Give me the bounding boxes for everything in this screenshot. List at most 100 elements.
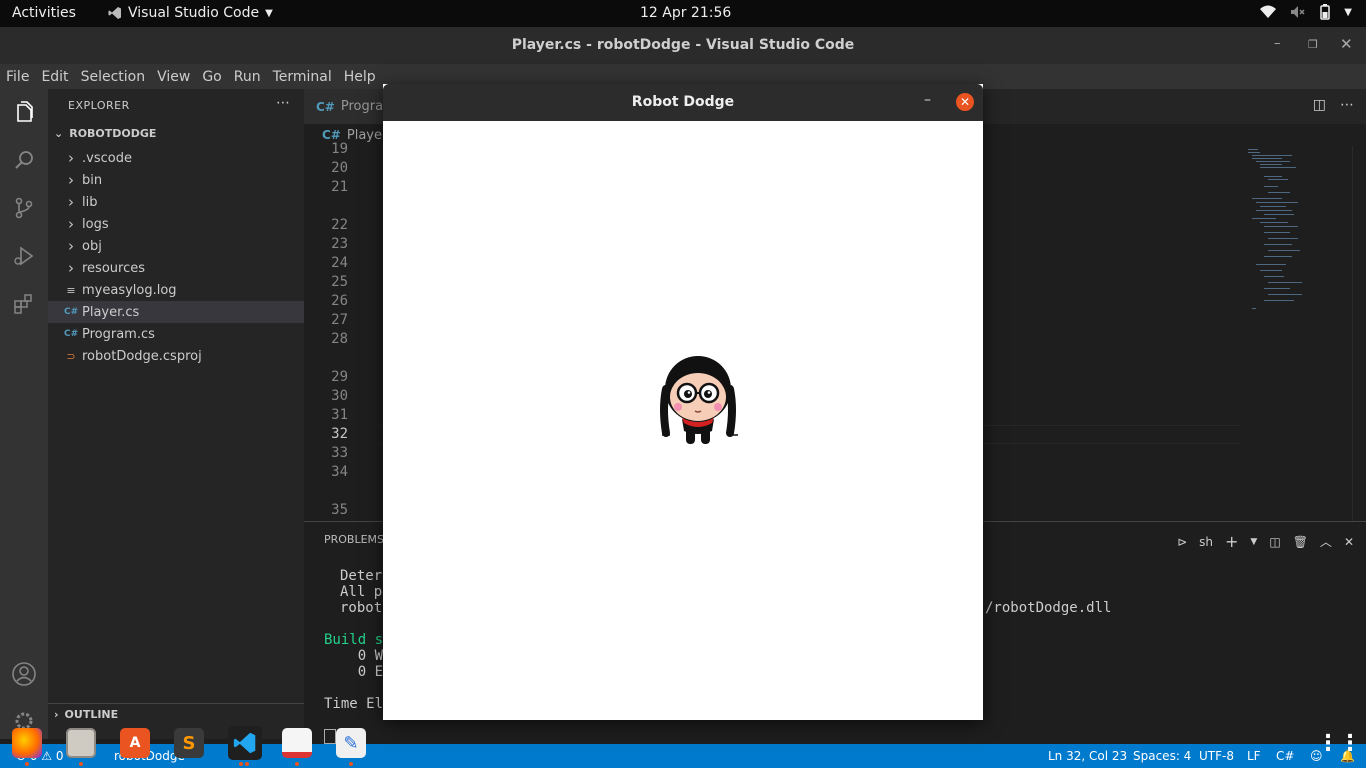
- close-icon[interactable]: ✕: [956, 93, 974, 111]
- menu-go[interactable]: Go: [202, 69, 221, 85]
- chevron-down-icon: ▼: [265, 7, 273, 19]
- explorer-item[interactable]: › logs: [48, 213, 304, 235]
- line-number: 30: [331, 388, 348, 404]
- explorer-item[interactable]: › obj: [48, 235, 304, 257]
- explorer-item[interactable]: › bin: [48, 169, 304, 191]
- minimap-line: [1264, 244, 1292, 245]
- line-number: 25: [331, 274, 348, 290]
- window-title: Player.cs - robotDodge - Visual Studio C…: [511, 37, 855, 53]
- menu-run[interactable]: Run: [234, 69, 261, 85]
- close-icon[interactable]: ✕: [1340, 35, 1353, 53]
- running-indicator: [245, 762, 249, 766]
- minimap-line: [1256, 264, 1286, 265]
- app-name: Visual Studio Code: [128, 5, 260, 21]
- explorer-item[interactable]: ⊃ robotDodge.csproj: [48, 345, 304, 367]
- split-editor-icon[interactable]: ◫: [1313, 97, 1326, 113]
- tab-problems[interactable]: PROBLEMS: [324, 533, 384, 546]
- line-number: 19: [331, 141, 348, 157]
- line-number: 21: [331, 179, 348, 195]
- minimap-line: [1252, 308, 1256, 309]
- chevron-right-icon: ›: [68, 149, 74, 167]
- text-editor-icon[interactable]: ✎: [336, 728, 366, 758]
- explorer-item-label: .vscode: [82, 150, 132, 166]
- clock[interactable]: 12 Apr 21:56: [640, 5, 731, 21]
- more-actions-icon[interactable]: ⋯: [1340, 97, 1354, 113]
- explorer-item[interactable]: › resources: [48, 257, 304, 279]
- explorer-item-label: robotDodge.csproj: [82, 348, 202, 364]
- project-file-icon: ⊃: [66, 349, 76, 363]
- minimap-line: [1264, 232, 1290, 233]
- trash-icon[interactable]: 🗑: [1293, 535, 1308, 549]
- line-number: 23: [331, 236, 348, 252]
- editor-actions: ◫ ⋯: [1313, 97, 1354, 113]
- chevron-right-icon: ›: [68, 171, 74, 189]
- explorer-item-label: lib: [82, 194, 98, 210]
- system-tray[interactable]: ▼: [1260, 4, 1352, 20]
- minimap-line: [1252, 198, 1282, 199]
- software-center-icon[interactable]: A: [120, 728, 150, 758]
- minimap-line: [1260, 167, 1296, 168]
- root-folder-label: ROBOTDODGE: [69, 127, 157, 140]
- menu-terminal[interactable]: Terminal: [273, 69, 332, 85]
- explorer-item[interactable]: › .vscode: [48, 147, 304, 169]
- explorer-item-label: logs: [82, 216, 109, 232]
- source-control-icon[interactable]: [10, 194, 38, 222]
- chevron-down-icon[interactable]: ▼: [1250, 537, 1257, 547]
- minimize-icon[interactable]: –: [924, 92, 931, 108]
- search-icon[interactable]: [10, 146, 38, 174]
- minimap-line: [1264, 300, 1294, 301]
- menu-view[interactable]: View: [157, 69, 190, 85]
- app-menu[interactable]: Visual Studio Code ▼: [108, 5, 273, 21]
- line-number: 22: [331, 217, 348, 233]
- more-actions-icon[interactable]: ⋯: [276, 95, 290, 111]
- game-title: Robot Dodge: [631, 94, 735, 110]
- minimize-icon[interactable]: –: [1274, 36, 1281, 51]
- explorer-icon[interactable]: [10, 99, 38, 127]
- minimap-line: [1264, 276, 1284, 277]
- minimap-line: [1264, 186, 1278, 187]
- maximize-icon[interactable]: ❐: [1308, 38, 1318, 51]
- volume-muted-icon: [1291, 6, 1305, 18]
- game-canvas[interactable]: [383, 121, 983, 718]
- menu-file[interactable]: File: [6, 69, 29, 85]
- minimap-line: [1268, 250, 1300, 251]
- split-terminal-icon[interactable]: ◫: [1269, 535, 1280, 549]
- minimap-line: [1264, 226, 1298, 227]
- firefox-icon[interactable]: [12, 728, 42, 758]
- menu-edit[interactable]: Edit: [41, 69, 68, 85]
- running-indicator: [25, 762, 29, 766]
- menu-selection[interactable]: Selection: [81, 69, 146, 85]
- terminal-line-build: Build su: [324, 632, 392, 648]
- sublime-text-icon[interactable]: S: [174, 728, 204, 758]
- new-terminal-icon[interactable]: +: [1225, 532, 1238, 551]
- menu-help[interactable]: Help: [344, 69, 376, 85]
- line-number: 33: [331, 445, 348, 461]
- close-panel-icon[interactable]: ✕: [1344, 535, 1354, 549]
- text-viewer-icon[interactable]: [282, 728, 312, 758]
- vscode-app-icon: [108, 7, 121, 19]
- run-debug-icon[interactable]: [10, 242, 38, 270]
- explorer-item-label: Player.cs: [82, 304, 140, 320]
- minimap[interactable]: [1244, 146, 1354, 326]
- activities-button[interactable]: Activities: [12, 5, 76, 21]
- editor-scrollbar[interactable]: [1352, 146, 1366, 521]
- minimap-line: [1256, 161, 1290, 162]
- minimap-line: [1260, 206, 1286, 207]
- files-icon[interactable]: [66, 728, 96, 758]
- explorer-item[interactable]: ≡ myeasylog.log: [48, 279, 304, 301]
- extensions-icon[interactable]: [10, 290, 38, 318]
- show-applications-icon[interactable]: ⋮⋮: [1317, 728, 1361, 758]
- minimap-line: [1264, 288, 1290, 289]
- panel-actions: ⊳ sh + ▼ ◫ 🗑 ︿ ✕: [1177, 532, 1354, 551]
- maximize-panel-icon[interactable]: ︿: [1320, 533, 1332, 550]
- vscode-icon[interactable]: [228, 726, 262, 760]
- explorer-item[interactable]: C# Player.cs: [48, 301, 304, 323]
- explorer-root-folder[interactable]: ⌄ ROBOTDODGE: [54, 127, 156, 140]
- explorer-item[interactable]: C# Program.cs: [48, 323, 304, 345]
- shell-name[interactable]: sh: [1199, 535, 1213, 549]
- accounts-icon[interactable]: [10, 660, 38, 688]
- running-indicator: [349, 762, 353, 766]
- explorer-item[interactable]: › lib: [48, 191, 304, 213]
- line-number: 28: [331, 331, 348, 347]
- minimap-line: [1248, 152, 1260, 153]
